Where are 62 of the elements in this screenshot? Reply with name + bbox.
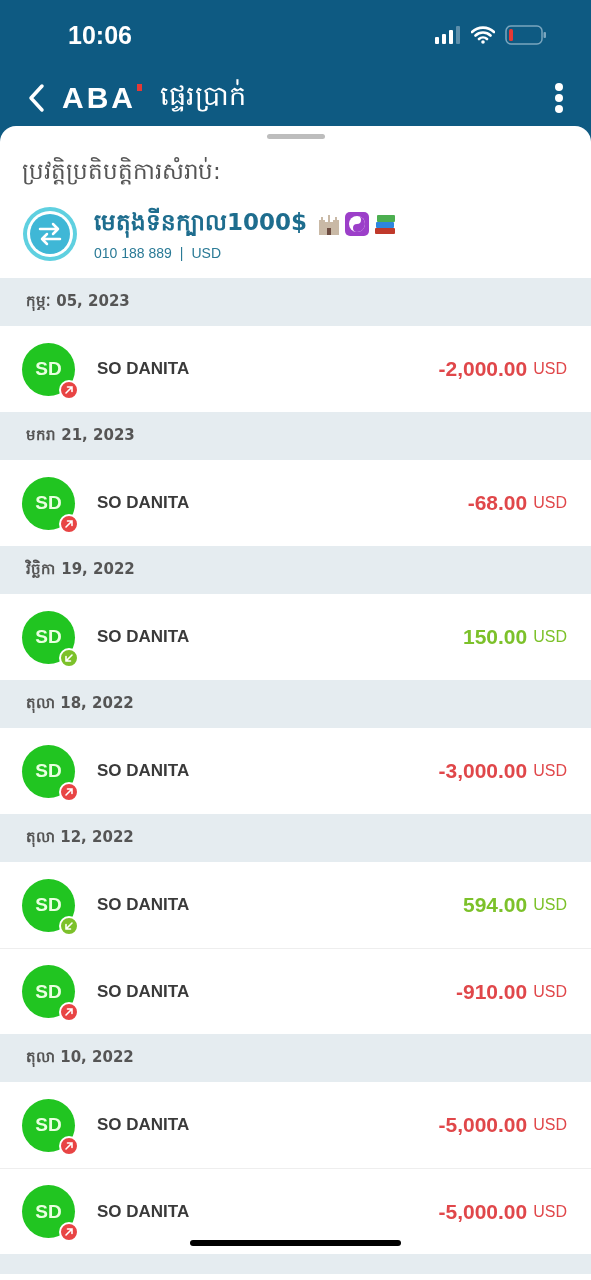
avatar: SD — [22, 610, 75, 664]
page-title: ផ្ទេរប្រាក់ — [160, 78, 247, 114]
yin-yang-icon — [345, 212, 370, 236]
meta-separator: | — [179, 244, 184, 261]
currency: USD — [533, 896, 567, 914]
amount: -68.00 — [467, 491, 528, 515]
date-header: តុលា 12, 2022 — [0, 814, 591, 862]
currency: USD — [533, 1116, 567, 1134]
amount: -5,000.00 — [438, 1199, 528, 1224]
castle-icon — [317, 212, 342, 236]
date-header: តុលា 18, 2022 — [0, 680, 591, 728]
payee-name: SO DANITA — [97, 761, 191, 781]
amount: 594.00 — [463, 893, 528, 917]
signal-icon — [435, 26, 461, 44]
transfer-icon — [22, 206, 78, 262]
currency: USD — [533, 360, 567, 378]
transaction-row[interactable]: SD SO DANITA 594.00 USD — [0, 862, 591, 948]
currency: USD — [533, 628, 567, 646]
amount: -3,000.00 — [438, 759, 528, 783]
currency: USD — [533, 762, 567, 780]
avatar: SD — [22, 342, 75, 396]
transaction-row[interactable]: SD SO DANITA -68.00 USD — [0, 460, 591, 546]
transaction-row[interactable]: SD SO DANITA -5,000.00 USD — [0, 1082, 591, 1168]
sheet-handle[interactable] — [266, 134, 325, 139]
account-number: 010 188 889 — [94, 244, 172, 261]
wifi-icon — [471, 26, 495, 44]
payee-name: SO DANITA — [97, 895, 191, 915]
currency: USD — [533, 1202, 567, 1221]
more-icon — [554, 82, 564, 114]
brand-logo: ABA — [62, 80, 142, 116]
history-title: ប្រវត្តិប្រតិបត្តិការសំរាប់: — [21, 156, 222, 187]
battery-icon — [505, 25, 547, 45]
amount: 150.00 — [463, 625, 528, 649]
amount: -5,000.00 — [438, 1113, 528, 1137]
avatar: SD — [22, 878, 75, 932]
date-header: វិច្ឆិកា 19, 2022 — [0, 546, 591, 594]
back-icon — [27, 83, 45, 113]
avatar: SD — [22, 476, 75, 530]
status-time: 10:06 — [68, 20, 132, 50]
payee-name: SO DANITA — [97, 1201, 191, 1222]
avatar: SD — [22, 1185, 75, 1238]
account-name: មេតុងទីនក្បាល1000$ — [94, 207, 308, 241]
date-header: មករា 21, 2023 — [0, 412, 591, 460]
account-currency: USD — [191, 244, 222, 261]
currency: USD — [533, 494, 567, 512]
transaction-row[interactable]: SD SO DANITA -3,000.00 USD — [0, 728, 591, 814]
date-header: តុលា 10, 2022 — [0, 1034, 591, 1082]
amount: -2,000.00 — [438, 357, 528, 381]
avatar: SD — [22, 965, 75, 1018]
payee-name: SO DANITA — [97, 359, 191, 379]
avatar: SD — [22, 1098, 75, 1152]
books-icon — [373, 212, 398, 236]
transaction-row[interactable]: SD SO DANITA 150.00 USD — [0, 594, 591, 680]
avatar: SD — [22, 744, 75, 798]
payee-name: SO DANITA — [97, 493, 191, 513]
amount: -910.00 — [456, 979, 528, 1004]
transaction-row[interactable]: SD SO DANITA -2,000.00 USD — [0, 326, 591, 412]
payee-name: SO DANITA — [97, 627, 191, 647]
payee-name: SO DANITA — [97, 981, 191, 1002]
currency: USD — [533, 982, 567, 1001]
date-header: កុម្ភៈ 05, 2023 — [0, 278, 591, 326]
payee-name: SO DANITA — [97, 1115, 191, 1135]
